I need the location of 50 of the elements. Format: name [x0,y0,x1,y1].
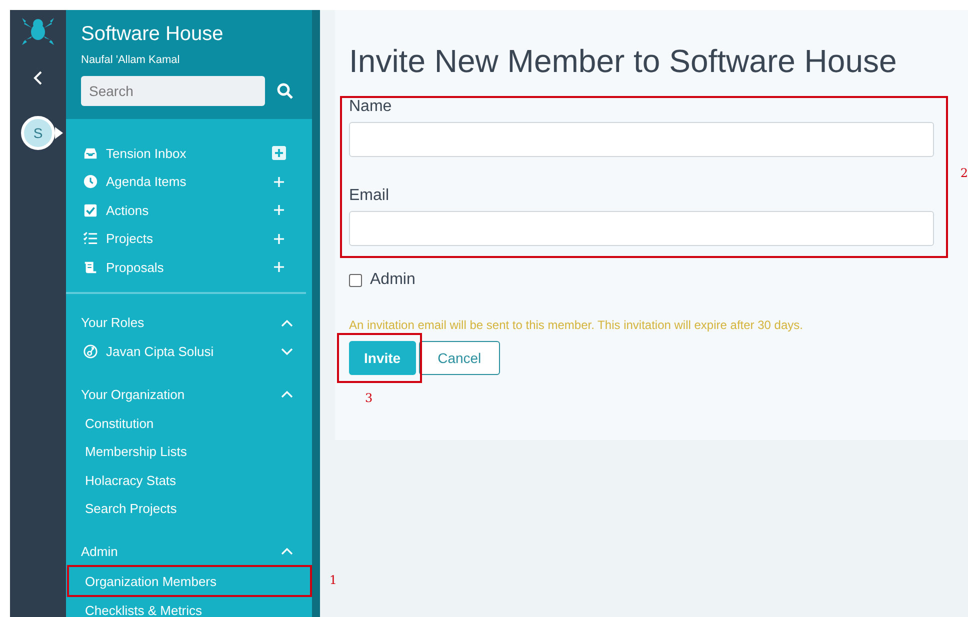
admin-checkbox[interactable] [349,274,362,286]
nav-item[interactable]: Tension Inbox [106,146,272,161]
list-icon [83,231,98,246]
add-icon[interactable] [272,174,286,189]
section-heading[interactable]: Your Organization [81,386,185,402]
sidebar-link[interactable]: Organization Members [85,574,216,588]
add-icon[interactable] [272,232,286,246]
field-label: Email [349,187,390,205]
chevron-icon[interactable] [281,547,293,555]
user-name: Naufal 'Allam Kamal [81,54,181,66]
input-field[interactable] [349,211,934,246]
nav-item[interactable]: Actions [106,202,272,218]
check-icon [83,202,98,218]
inbox-icon [83,146,98,161]
invitation-notice: An invitation email will be sent to this member. This invitation will expire after 30 days. [349,318,804,332]
role-icon [83,344,98,360]
chevron-icon[interactable] [281,390,293,398]
nav-item[interactable]: Agenda Items [106,174,272,190]
organization-title: Software House [81,22,224,46]
add-icon[interactable] [272,260,286,274]
annotation-number: 1 [329,573,337,587]
add-icon[interactable] [272,203,286,218]
input-field[interactable] [349,122,934,157]
pointer-icon [55,127,63,139]
nav-item[interactable]: Projects [106,231,272,246]
sidebar-link[interactable]: Checklists & Metrics [81,596,297,617]
sidebar-link[interactable]: Search Projects [81,494,297,523]
nav-item[interactable]: Proposals [106,260,272,275]
field-label: Name [349,98,393,116]
sidebar-link[interactable]: Membership Lists [81,438,297,466]
invite-button[interactable]: Invite [349,341,416,375]
annotation-number: 3 [365,391,373,405]
sidebar-link[interactable]: Constitution [81,409,297,438]
scroll-icon [83,260,98,275]
add-icon[interactable] [272,146,286,160]
back-icon[interactable] [33,70,43,86]
section-heading[interactable]: Admin [81,544,118,558]
search-icon[interactable] [277,83,293,99]
sidebar-link[interactable]: Holacracy Stats [81,466,297,494]
cancel-button[interactable]: Cancel [418,341,500,375]
avatar[interactable]: S [21,116,55,150]
chevron-icon[interactable] [281,348,293,356]
chevron-icon[interactable] [281,318,293,326]
page-title: Invite New Member to Software House [349,42,898,81]
role-item[interactable]: Javan Cipta Solusi [106,344,281,360]
checkbox-label: Admin [370,271,416,289]
search-field[interactable]: Search [81,76,265,106]
clock-icon [83,174,98,190]
annotation-number: 2 [960,166,968,180]
section-heading[interactable]: Your Roles [81,315,144,330]
